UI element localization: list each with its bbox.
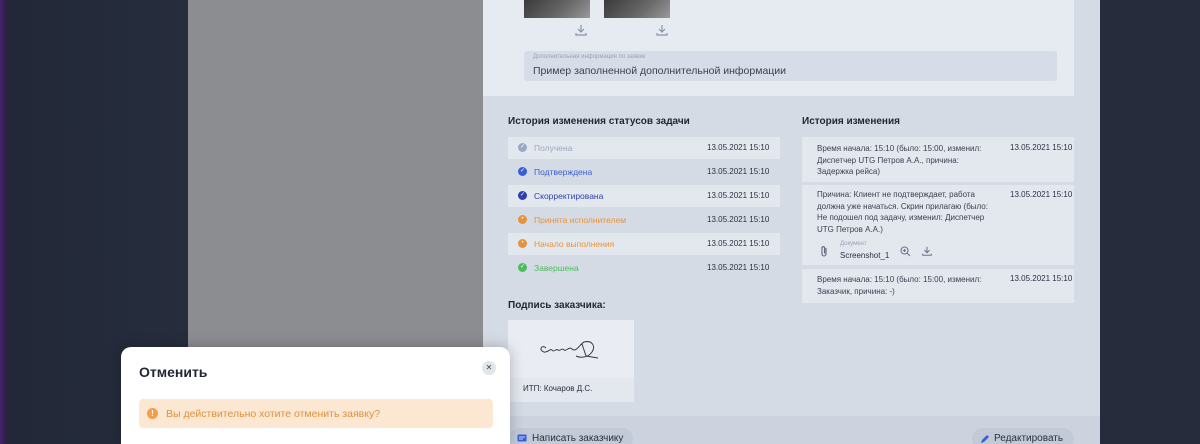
paperclip-icon	[821, 246, 827, 257]
status-history-title: История изменения статусов задачи	[508, 116, 690, 127]
warning-icon: !	[147, 408, 158, 419]
history-entry: Время начала: 15:10 (было: 15:00, измени…	[802, 137, 1074, 182]
additional-info-caption: Дополнительная информация по заявке	[533, 54, 646, 60]
warning-text: Вы действительно хотите отменить заявку?	[166, 408, 381, 420]
cancel-dialog: Отменить ✕ ! Вы действительно хотите отм…	[121, 347, 510, 444]
status-date: 13.05.2021 15:10	[707, 191, 770, 200]
check-icon: ✓	[518, 263, 527, 272]
attachments-card: Дополнительная информация по заявке Прим…	[483, 0, 1074, 96]
status-name: Получена	[534, 143, 573, 153]
status-name: Завершена	[534, 263, 579, 273]
check-icon: ✓	[518, 143, 527, 152]
document-name[interactable]: Screenshot_1	[840, 251, 889, 260]
history-entry: Время начала: 15:10 (было: 15:00, измени…	[802, 269, 1074, 303]
check-icon: ✓	[518, 167, 527, 176]
bottom-action-bar: Написать заказчику Редактировать	[483, 416, 1100, 444]
download-icon[interactable]	[574, 23, 588, 37]
status-row: ✓ Скорректирована 13.05.2021 15:10	[508, 185, 780, 207]
history-entry-text: Время начала: 15:10 (было: 15:00, измени…	[817, 275, 982, 296]
history-entry-date: 13.05.2021 15:10	[1010, 190, 1073, 199]
zoom-in-icon[interactable]	[900, 246, 911, 257]
status-row: • Принята исполнителем 13.05.2021 15:10	[508, 209, 780, 231]
write-customer-button[interactable]: Написать заказчику	[509, 428, 633, 444]
signature-title: Подпись заказчика:	[508, 300, 606, 311]
clock-icon: •	[518, 239, 527, 248]
download-icon[interactable]	[655, 23, 669, 37]
status-row: ✓ Завершена 13.05.2021 15:10	[508, 257, 780, 279]
history-entry-date: 13.05.2021 15:10	[1010, 274, 1073, 283]
warning-message: ! Вы действительно хотите отменить заявк…	[139, 399, 493, 428]
check-icon: ✓	[518, 191, 527, 200]
additional-info-field: Дополнительная информация по заявке Прим…	[524, 51, 1057, 81]
status-name: Подтверждена	[534, 167, 593, 177]
status-date: 13.05.2021 15:10	[707, 239, 770, 248]
status-row: ✓ Подтверждена 13.05.2021 15:10	[508, 161, 780, 183]
desktop-background-right	[1100, 0, 1200, 444]
history-entry-date: 13.05.2021 15:10	[1010, 143, 1073, 152]
history-entry-text: Время начала: 15:10 (было: 15:00, измени…	[817, 144, 982, 176]
chat-icon	[517, 434, 527, 442]
pencil-icon	[981, 435, 989, 443]
close-icon[interactable]: ✕	[482, 361, 496, 375]
dialog-title: Отменить	[139, 364, 208, 380]
status-date: 13.05.2021 15:10	[707, 167, 770, 176]
status-name: Принята исполнителем	[534, 215, 627, 225]
download-icon[interactable]	[921, 245, 933, 257]
attachment-thumbnail[interactable]	[524, 0, 590, 18]
status-date: 13.05.2021 15:10	[707, 263, 770, 272]
signature-image	[508, 320, 634, 378]
write-customer-label: Написать заказчику	[532, 433, 624, 444]
history-entry-text: Причина: Клиент не подтверждает, работа …	[817, 190, 988, 234]
change-history-title: История изменения	[802, 116, 900, 127]
history-entry: Причина: Клиент не подтверждает, работа …	[802, 185, 1074, 265]
document-caption: Документ	[840, 241, 867, 247]
status-row: ✓ Получена 13.05.2021 15:10	[508, 137, 780, 159]
status-date: 13.05.2021 15:10	[707, 215, 770, 224]
status-name: Скорректирована	[534, 191, 604, 201]
status-name: Начало выполнения	[534, 239, 615, 249]
attachment-thumbnail[interactable]	[604, 0, 670, 18]
signer-name: ИТП: Кочаров Д.С.	[523, 384, 593, 393]
task-details-panel: Дополнительная информация по заявке Прим…	[483, 0, 1100, 444]
signature-card: ИТП: Кочаров Д.С.	[508, 320, 634, 402]
status-row: • Начало выполнения 13.05.2021 15:10	[508, 233, 780, 255]
edit-button[interactable]: Редактировать	[972, 428, 1074, 444]
clock-icon: •	[518, 215, 527, 224]
additional-info-value: Пример заполненной дополнительной информ…	[533, 65, 787, 77]
edit-label: Редактировать	[994, 433, 1064, 444]
status-date: 13.05.2021 15:10	[707, 143, 770, 152]
